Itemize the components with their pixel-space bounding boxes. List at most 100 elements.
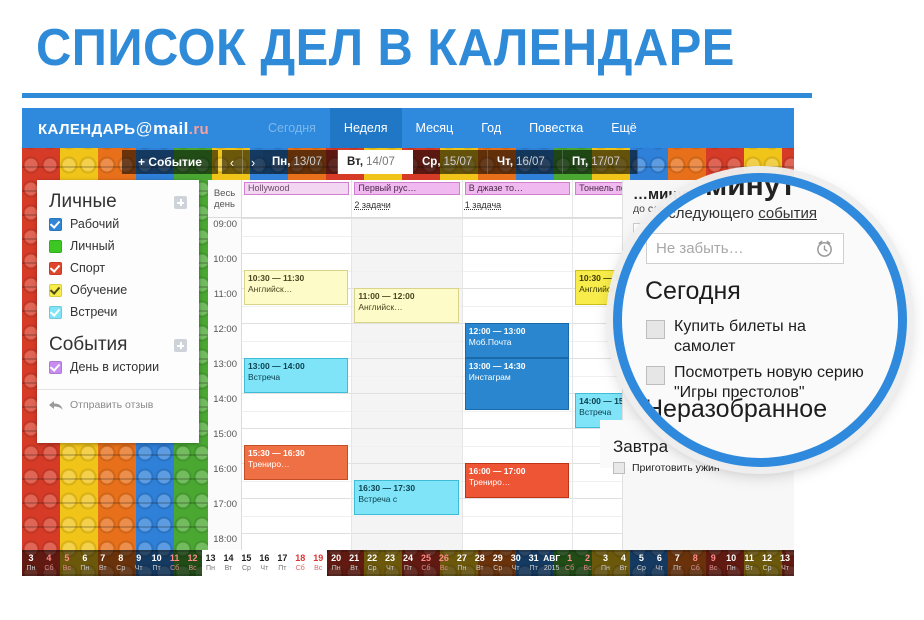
date-strip-day[interactable]: 30 Чт: [507, 550, 525, 576]
calendar-event[interactable]: 13:00 — 14:00 Встреча: [244, 358, 349, 393]
calendar-color-checkbox[interactable]: [49, 283, 62, 297]
nav-item-5[interactable]: Ещё: [597, 108, 651, 148]
date-strip-day[interactable]: 8 Сб: [686, 550, 704, 576]
todo-checkbox[interactable]: [633, 297, 645, 309]
brand-logo[interactable]: КАЛЕНДАРЬ@mail.ru: [38, 119, 209, 139]
day-column-2[interactable]: 12:00 — 13:00 Моб.Почта 13:00 — 14:30 Инста…: [462, 218, 574, 550]
date-strip-day[interactable]: 15 Ср: [237, 550, 256, 576]
date-strip-day[interactable]: 16 Чт: [255, 550, 274, 576]
calendar-color-checkbox[interactable]: [49, 239, 62, 253]
todo-item[interactable]: Посмотреть новую серию "Игры престолов": [623, 293, 794, 323]
calendar-color-checkbox[interactable]: [49, 360, 62, 374]
todo-item[interactable]: Приготовить ужин: [613, 462, 793, 474]
day-tab-1[interactable]: Вт, 14/07: [338, 150, 413, 174]
date-strip-day[interactable]: 25 Сб: [417, 550, 435, 576]
calendar-list-item[interactable]: Личный: [37, 235, 199, 257]
nav-item-4[interactable]: Повестка: [515, 108, 597, 148]
day-tab-0[interactable]: Пн, 13/07: [263, 150, 338, 174]
date-strip-day[interactable]: 4 Вт: [614, 550, 632, 576]
date-strip-day[interactable]: 21 Вт: [345, 550, 363, 576]
calendar-list-item[interactable]: День в истории: [37, 356, 199, 378]
send-feedback-link[interactable]: Отправить отзыв: [37, 390, 199, 411]
calendar-event[interactable]: 16:30 — 17:30 Встреча с: [354, 480, 459, 515]
date-strip-day[interactable]: 4 Сб: [40, 550, 58, 576]
todo-checkbox[interactable]: [633, 279, 645, 291]
calendar-list-item[interactable]: Спорт: [37, 257, 199, 279]
nav-item-3[interactable]: Год: [467, 108, 515, 148]
date-strip-day[interactable]: 6 Чт: [650, 550, 668, 576]
task-count-link[interactable]: 2 задачи: [354, 200, 390, 210]
calendar-event[interactable]: 13:00 — 14:30 Инстаграм: [464, 358, 570, 410]
date-strip-day[interactable]: 12 Вс: [184, 550, 202, 576]
all-day-event[interactable]: В джазе то…: [464, 182, 571, 195]
date-strip-day[interactable]: 19 Вс: [309, 550, 328, 576]
date-strip-day[interactable]: 3 Пн: [597, 550, 615, 576]
next-week-button[interactable]: ›: [243, 150, 263, 174]
calendar-event[interactable]: 11:00 — 12:00 Английск…: [354, 288, 459, 323]
date-strip-day[interactable]: 22 Ср: [363, 550, 381, 576]
add-event-calendar-icon[interactable]: [174, 338, 187, 352]
date-strip-day[interactable]: 24 Пт: [399, 550, 417, 576]
date-strip-day[interactable]: 6 Пн: [76, 550, 94, 576]
date-strip-day[interactable]: 8 Ср: [112, 550, 130, 576]
date-strip-day[interactable]: 10 Пт: [148, 550, 166, 576]
date-strip-day[interactable]: 5 Ср: [632, 550, 650, 576]
calendar-list-item[interactable]: Рабочий: [37, 213, 199, 235]
date-strip-day[interactable]: 14 Вт: [219, 550, 238, 576]
nav-item-1[interactable]: Неделя: [329, 108, 402, 148]
date-strip-day[interactable]: 7 Вт: [94, 550, 112, 576]
all-day-event[interactable]: Первый рус…: [354, 182, 460, 195]
day-column-0[interactable]: 10:30 — 11:30 Английск… 13:00 — 14:00 Встре…: [242, 218, 353, 550]
date-strip-day[interactable]: АВГ 2015: [543, 550, 561, 576]
date-strip-day[interactable]: 31 Пт: [525, 550, 543, 576]
date-strip-day[interactable]: 5 Вс: [58, 550, 76, 576]
date-strip-day[interactable]: 26 Вс: [435, 550, 453, 576]
add-personal-calendar-icon[interactable]: [174, 195, 187, 209]
calendar-color-checkbox[interactable]: [49, 261, 62, 275]
date-strip-day[interactable]: 13 Пн: [201, 550, 220, 576]
calendar-event[interactable]: 16:00 — 17:00Трениро…: [464, 463, 570, 498]
add-event-button[interactable]: + Событие: [122, 150, 218, 174]
alarm-clock-icon[interactable]: [815, 239, 834, 258]
prev-week-button[interactable]: ‹: [222, 150, 243, 174]
date-strip-day[interactable]: 18 Сб: [291, 550, 310, 576]
todo-checkbox[interactable]: [613, 462, 625, 474]
calendar-list-item[interactable]: Встречи: [37, 301, 199, 323]
all-day-event[interactable]: Hollywood: [244, 182, 350, 195]
day-tab-dow: Пн,: [272, 156, 291, 168]
date-strip-day[interactable]: 2 Вс: [579, 550, 597, 576]
task-count-link[interactable]: 1 задача: [465, 200, 501, 210]
next-event-link[interactable]: события: [711, 203, 752, 215]
day-column-1[interactable]: 11:00 — 12:00 Английск… 16:30 — 17:30 Встре…: [352, 218, 463, 550]
date-strip-day[interactable]: 20 Пн: [327, 550, 345, 576]
date-strip-day[interactable]: 3 Пн: [22, 550, 40, 576]
date-strip-day[interactable]: 13 Чт: [776, 550, 794, 576]
date-strip-day[interactable]: 28 Вт: [471, 550, 489, 576]
calendar-list-item[interactable]: Обучение: [37, 279, 199, 301]
date-strip-day[interactable]: 17 Пт: [273, 550, 292, 576]
nav-item-2[interactable]: Месяц: [402, 108, 468, 148]
day-tab-3[interactable]: Чт, 16/07: [488, 150, 563, 174]
day-tab-4[interactable]: Пт, 17/07: [563, 150, 638, 174]
date-strip-day[interactable]: 9 Чт: [130, 550, 148, 576]
day-tab-2[interactable]: Ср, 15/07: [413, 150, 488, 174]
date-strip-day[interactable]: 9 Вс: [704, 550, 722, 576]
date-strip-day[interactable]: 10 Пн: [722, 550, 740, 576]
date-strip-day[interactable]: 12 Ср: [758, 550, 776, 576]
calendar-event[interactable]: 12:00 — 13:00 Моб.Почта: [464, 323, 570, 358]
date-strip-day[interactable]: 29 Ср: [489, 550, 507, 576]
date-strip-day[interactable]: 11 Сб: [166, 550, 184, 576]
calendar-event[interactable]: 15:30 — 16:30 Трениро…: [244, 445, 349, 480]
hour-gridline: [352, 463, 462, 464]
date-strip-day[interactable]: 27 Пн: [453, 550, 471, 576]
date-strip-day[interactable]: 1 Сб: [561, 550, 579, 576]
calendar-color-checkbox[interactable]: [49, 217, 62, 231]
todo-item[interactable]: Купить билеты на самолет: [623, 275, 794, 293]
date-strip-day[interactable]: 23 Чт: [381, 550, 399, 576]
todo-input[interactable]: Не забыть…: [633, 223, 784, 244]
calendar-color-checkbox[interactable]: [49, 305, 62, 319]
date-strip-day[interactable]: 11 Вт: [740, 550, 758, 576]
calendar-event[interactable]: 10:30 — 11:30 Английск…: [244, 270, 349, 305]
nav-item-0[interactable]: Сегодня: [254, 108, 330, 148]
date-strip-day[interactable]: 7 Пт: [668, 550, 686, 576]
